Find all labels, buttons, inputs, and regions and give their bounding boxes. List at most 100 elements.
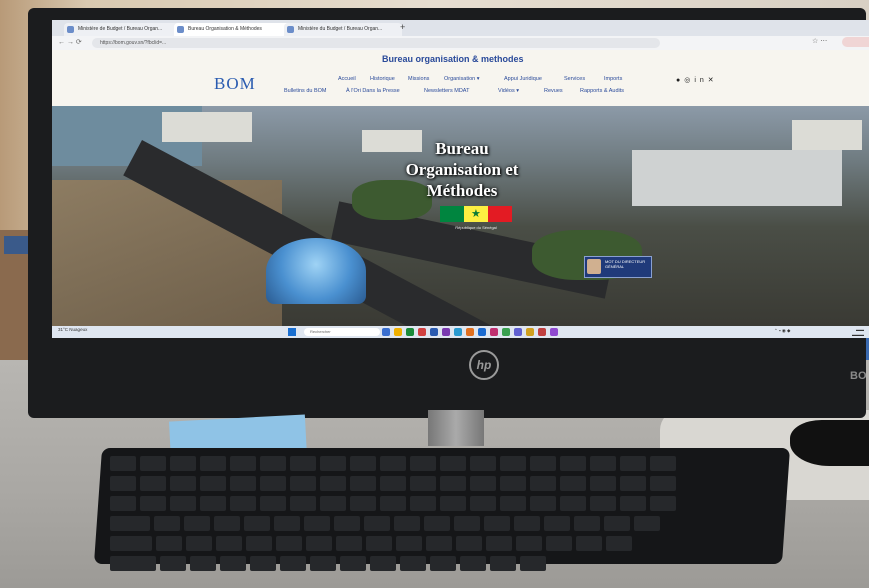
instagram-icon[interactable]: ◎: [684, 77, 694, 84]
keyboard-key: [160, 556, 186, 571]
keyboard-key: [290, 476, 316, 491]
keyboard-key: [470, 476, 496, 491]
director-message-card[interactable]: MOT DU DIRECTEUR GÉNÉRAL: [584, 256, 652, 278]
back-forward-icon[interactable]: ← → ⟳: [58, 38, 82, 46]
x-icon[interactable]: ✕: [708, 77, 718, 84]
keyboard-key: [260, 496, 286, 511]
weather-widget[interactable]: 31°C Nuageux: [58, 327, 87, 332]
keyboard-key: [304, 516, 330, 531]
keyboard-row: [110, 456, 774, 471]
start-button[interactable]: [288, 328, 296, 336]
taskbar-search[interactable]: Rechercher: [304, 328, 380, 336]
browser-tab-active[interactable]: Bureau Organisation & Méthodes: [174, 23, 292, 36]
keyboard-key: [410, 476, 436, 491]
browser-tab[interactable]: Ministère du Budget / Bureau Organ...: [284, 23, 402, 36]
keyboard-key: [606, 536, 632, 551]
app-icon[interactable]: [406, 328, 414, 336]
keyboard-key: [590, 456, 616, 471]
keyboard-key: [590, 496, 616, 511]
keyboard-key: [276, 536, 302, 551]
monitor-frame: Ministère de Budget / Bureau Organ... Bu…: [28, 8, 869, 418]
nav-item[interactable]: Bulletins du BOM: [284, 88, 327, 94]
app-icon[interactable]: [382, 328, 390, 336]
keyboard-key: [520, 556, 546, 571]
keyboard-key: [366, 536, 392, 551]
nav-item[interactable]: Accueil: [338, 76, 356, 82]
keyboard-key: [546, 536, 572, 551]
keyboard-key: [440, 496, 466, 511]
app-icon[interactable]: [430, 328, 438, 336]
nav-item[interactable]: Rapports & Audits: [580, 88, 624, 94]
browser-tab[interactable]: Ministère de Budget / Bureau Organ...: [64, 23, 182, 36]
nav-item[interactable]: Vidéos ▾: [498, 88, 519, 94]
linkedin-icon[interactable]: in: [694, 77, 707, 84]
keyboard-key: [350, 456, 376, 471]
system-tray-icon[interactable]: ⌃ ▪ ◉ ◆: [774, 328, 791, 334]
keyboard-key: [634, 516, 660, 531]
app-icon[interactable]: [490, 328, 498, 336]
keyboard-key: [380, 496, 406, 511]
app-icon[interactable]: [454, 328, 462, 336]
taskbar-clock[interactable]: ▬▬ ▬▬▬: [852, 327, 864, 337]
social-icons[interactable]: ●◎in✕: [676, 76, 718, 84]
facebook-icon[interactable]: ●: [676, 77, 684, 84]
nav-item[interactable]: Historique: [370, 76, 395, 82]
keyboard-key: [500, 496, 526, 511]
nav-item[interactable]: Newsletters MDAT: [424, 88, 469, 94]
app-icon[interactable]: [502, 328, 510, 336]
keyboard-key: [170, 476, 196, 491]
keyboard-key: [560, 476, 586, 491]
browser-tab-bar: Ministère de Budget / Bureau Organ... Bu…: [52, 20, 869, 36]
nav-item[interactable]: Organisation ▾: [444, 76, 479, 82]
keyboard-key: [560, 456, 586, 471]
keyboard-row: [110, 496, 774, 511]
app-icon[interactable]: [538, 328, 546, 336]
site-title: Bureau organisation & methodes: [382, 54, 524, 64]
keyboard-key: [456, 536, 482, 551]
keyboard-key: [470, 496, 496, 511]
app-icon[interactable]: [526, 328, 534, 336]
nav-item[interactable]: Services: [564, 76, 585, 82]
keyboard-key: [230, 496, 256, 511]
keyboard-key: [140, 456, 166, 471]
director-card-label: MOT DU DIRECTEUR GÉNÉRAL: [605, 259, 646, 269]
app-icon[interactable]: [550, 328, 558, 336]
keyboard-key: [470, 456, 496, 471]
profile-button[interactable]: [842, 37, 869, 47]
keyboard-key: [620, 456, 646, 471]
keyboard-key: [530, 456, 556, 471]
tab-favicon-icon: [287, 26, 294, 33]
nav-item[interactable]: Revues: [544, 88, 563, 94]
bang-olufsen-logo: BO: [850, 370, 867, 382]
keyboard-key: [246, 536, 272, 551]
flag-star-icon: ★: [471, 208, 481, 220]
keyboard-key: [530, 476, 556, 491]
app-icon[interactable]: [418, 328, 426, 336]
extensions-icon[interactable]: ☆ ⋯: [812, 37, 827, 45]
nav-item[interactable]: Missions: [408, 76, 429, 82]
flag-caption: République du Sénégal: [455, 225, 497, 230]
keyboard-key: [426, 536, 452, 551]
app-icon[interactable]: [514, 328, 522, 336]
keyboard-key: [490, 556, 516, 571]
keyboard-row: [110, 556, 774, 571]
bom-logo[interactable]: BOM: [214, 74, 256, 94]
keyboard-key: [260, 456, 286, 471]
app-icon[interactable]: [442, 328, 450, 336]
nav-item[interactable]: À l'Ori Dans la Presse: [346, 88, 400, 94]
app-icon[interactable]: [394, 328, 402, 336]
hero-building: [162, 112, 252, 142]
keyboard-key: [650, 476, 676, 491]
keyboard-key: [350, 476, 376, 491]
tab-favicon-icon: [67, 26, 74, 33]
keyboard-key: [216, 536, 242, 551]
nav-item[interactable]: Appui Juridique: [504, 76, 542, 82]
keyboard-key: [320, 476, 346, 491]
new-tab-button[interactable]: +: [400, 22, 405, 32]
nav-item[interactable]: Imports: [604, 76, 622, 82]
url-field[interactable]: https://bom.gouv.sn/?fbclid=...: [92, 38, 660, 48]
app-icon[interactable]: [466, 328, 474, 336]
keyboard-key: [230, 476, 256, 491]
app-icon[interactable]: [478, 328, 486, 336]
keyboard-key: [454, 516, 480, 531]
